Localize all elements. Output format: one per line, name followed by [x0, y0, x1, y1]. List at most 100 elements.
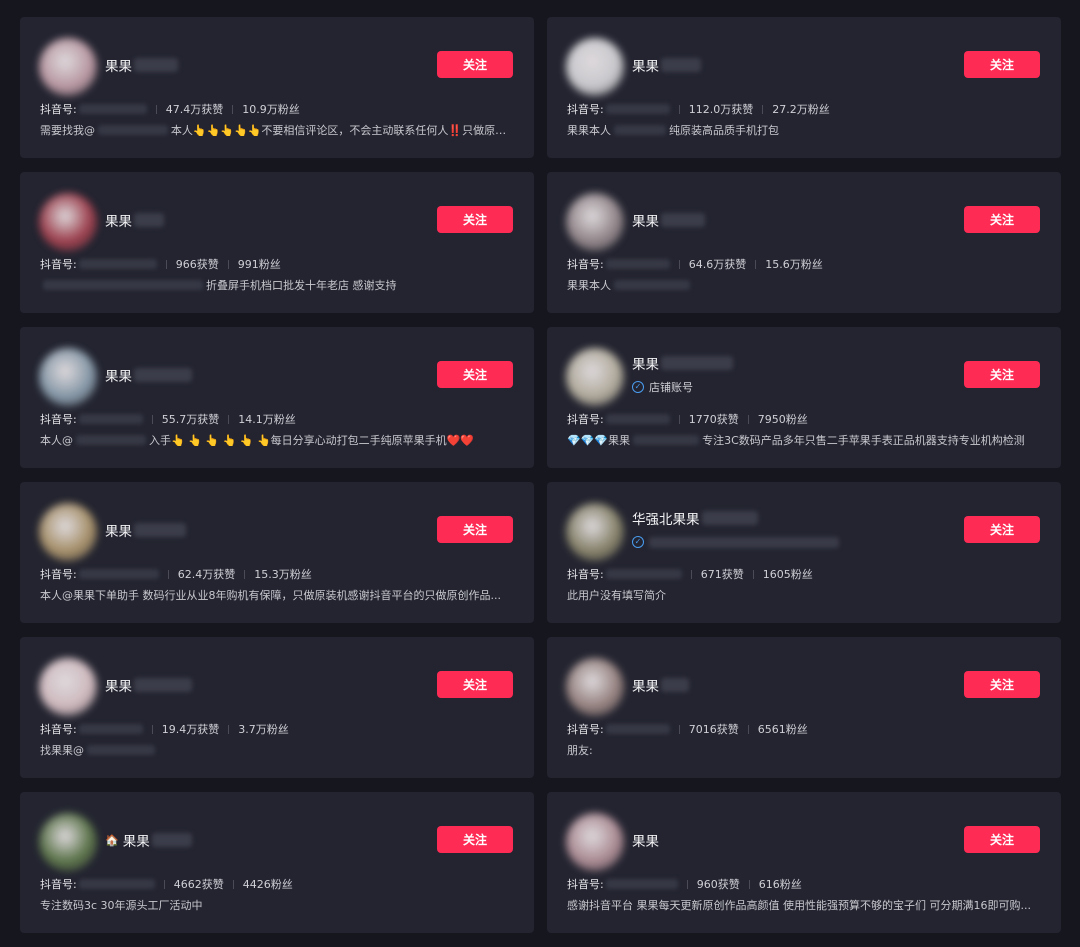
bio-prefix: 本人@ — [40, 434, 73, 447]
follow-button[interactable]: 关注 — [964, 361, 1040, 388]
bio: 专注数码3c 30年源头工厂活动中 — [40, 897, 516, 913]
stats-row: 抖音号: 19.4万获赞 3.7万粉丝 — [40, 721, 289, 737]
douyin-id-blurred — [605, 104, 670, 114]
nickname[interactable]: 果果 — [632, 830, 659, 850]
fans-count: 15.6万粉丝 — [765, 258, 823, 271]
divider — [678, 724, 680, 734]
follow-button[interactable]: 关注 — [964, 206, 1040, 233]
avatar[interactable] — [39, 503, 97, 561]
douyin-id-blurred — [78, 414, 143, 424]
user-card[interactable]: 华强北果果 ✓ 关注 抖音号: 671获赞 1605粉丝 此用户没有填写简介 — [547, 482, 1061, 623]
likes-count: 47.4万获赞 — [165, 103, 224, 116]
nickname-row[interactable]: 华强北果果 — [632, 508, 758, 528]
douyin-id-blurred — [605, 414, 670, 424]
nickname[interactable]: 果果 — [632, 210, 659, 230]
user-card[interactable]: 果果 关注 抖音号: 47.4万获赞 10.9万粉丝 需要找我@ 本人👆👆👆👆👆… — [20, 17, 534, 158]
avatar[interactable] — [566, 658, 624, 716]
bio-blurred-handle — [76, 435, 146, 445]
nickname[interactable]: 果果 — [105, 675, 132, 695]
stats-row: 抖音号: 62.4万获赞 15.3万粉丝 — [40, 566, 312, 582]
follow-button[interactable]: 关注 — [964, 671, 1040, 698]
nickname-row[interactable]: 果果 — [105, 520, 186, 540]
nickname-row[interactable]: 果果 — [105, 675, 192, 695]
follow-button[interactable]: 关注 — [437, 206, 513, 233]
likes-count: 112.0万获赞 — [688, 103, 754, 116]
avatar[interactable] — [39, 193, 97, 251]
bio-text: 折叠屏手机档口批发十年老店 感谢支持 — [206, 279, 397, 292]
douyin-id-label: 抖音号: — [567, 258, 604, 271]
nickname-row[interactable]: 果果 — [105, 210, 164, 230]
douyin-id-label: 抖音号: — [40, 413, 77, 426]
user-card[interactable]: 果果 关注 抖音号: 7016获赞 6561粉丝 朋友: — [547, 637, 1061, 778]
user-card[interactable]: 🏠 果果 关注 抖音号: 4662获赞 4426粉丝 专注数码3c 30年源头工… — [20, 792, 534, 933]
follow-button[interactable]: 关注 — [437, 516, 513, 543]
follow-button[interactable]: 关注 — [964, 826, 1040, 853]
avatar[interactable] — [566, 503, 624, 561]
bio-text: 入手👆 👆 👆 👆 👆 👆每日分享心动打包二手纯原苹果手机❤️❤️ — [149, 434, 475, 447]
avatar[interactable] — [566, 348, 624, 406]
follow-button[interactable]: 关注 — [437, 51, 513, 78]
avatar[interactable] — [566, 193, 624, 251]
likes-count: 4662获赞 — [173, 878, 224, 891]
avatar[interactable] — [39, 348, 97, 406]
follow-button[interactable]: 关注 — [437, 826, 513, 853]
nickname[interactable]: 华强北果果 — [632, 508, 700, 528]
user-card[interactable]: 果果 关注 抖音号: 55.7万获赞 14.1万粉丝 本人@ 入手👆 👆 👆 👆… — [20, 327, 534, 468]
user-card[interactable]: 果果 关注 抖音号: 960获赞 616粉丝 感谢抖音平台 果果每天更新原创作品… — [547, 792, 1061, 933]
divider — [678, 259, 680, 269]
douyin-id-label: 抖音号: — [567, 723, 604, 736]
nickname-row[interactable]: 🏠 果果 — [105, 830, 192, 850]
follow-button[interactable]: 关注 — [964, 51, 1040, 78]
user-results-grid: 果果 关注 抖音号: 47.4万获赞 10.9万粉丝 需要找我@ 本人👆👆👆👆👆… — [20, 17, 1061, 933]
nickname[interactable]: 果果 — [632, 55, 659, 75]
nickname-row[interactable]: 果果 — [632, 675, 689, 695]
divider — [232, 879, 234, 889]
nickname[interactable]: 果果 — [123, 830, 150, 850]
user-card[interactable]: 果果 关注 抖音号: 966获赞 991粉丝 折叠屏手机档口批发十年老店 感谢支… — [20, 172, 534, 313]
user-card[interactable]: 果果 关注 抖音号: 19.4万获赞 3.7万粉丝 找果果@ — [20, 637, 534, 778]
bio-prefix: 需要找我@ — [40, 124, 95, 137]
user-card[interactable]: 果果 关注 抖音号: 62.4万获赞 15.3万粉丝 本人@果果下单助手 数码行… — [20, 482, 534, 623]
nickname-row[interactable]: 果果 — [632, 830, 661, 850]
nickname[interactable]: 果果 — [105, 520, 132, 540]
nickname[interactable]: 果果 — [105, 55, 132, 75]
stats-row: 抖音号: 7016获赞 6561粉丝 — [567, 721, 808, 737]
follow-button[interactable]: 关注 — [437, 671, 513, 698]
nickname-row[interactable]: 果果 — [105, 55, 178, 75]
divider — [747, 414, 749, 424]
avatar[interactable] — [39, 813, 97, 871]
likes-count: 55.7万获赞 — [161, 413, 220, 426]
divider — [163, 879, 165, 889]
nickname-row[interactable]: 果果 — [632, 210, 705, 230]
bio-prefix: 找果果@ — [40, 744, 84, 757]
bio-blurred-handle — [614, 125, 666, 135]
bio: 找果果@ — [40, 742, 516, 758]
user-card[interactable]: 果果 关注 抖音号: 112.0万获赞 27.2万粉丝 果果本人 纯原装高品质手… — [547, 17, 1061, 158]
nickname[interactable]: 果果 — [632, 675, 659, 695]
likes-count: 966获赞 — [175, 258, 219, 271]
nickname[interactable]: 果果 — [105, 365, 132, 385]
divider — [228, 414, 230, 424]
nickname[interactable]: 果果 — [632, 353, 659, 373]
nickname[interactable]: 果果 — [105, 210, 132, 230]
bio: 💎💎💎果果 专注3C数码产品多年只售二手苹果手表正品机器支持专业机构检测 — [567, 432, 1043, 448]
fans-count: 1605粉丝 — [762, 568, 813, 581]
divider — [227, 259, 229, 269]
user-card[interactable]: 果果 关注 抖音号: 64.6万获赞 15.6万粉丝 果果本人 — [547, 172, 1061, 313]
verified-check-icon: ✓ — [632, 381, 644, 393]
nickname-row[interactable]: 果果 — [105, 365, 192, 385]
nickname-blurred-suffix — [661, 678, 689, 692]
follow-button[interactable]: 关注 — [437, 361, 513, 388]
bio-blurred-handle — [98, 125, 168, 135]
nickname-row[interactable]: 果果 — [632, 55, 701, 75]
avatar[interactable] — [39, 658, 97, 716]
avatar[interactable] — [566, 38, 624, 96]
nickname-blurred-suffix — [134, 678, 192, 692]
user-card[interactable]: 果果 ✓ 店铺账号 关注 抖音号: 1770获赞 7950粉丝 💎💎💎果果 专注… — [547, 327, 1061, 468]
nickname-row[interactable]: 果果 — [632, 353, 733, 373]
bio-text: 朋友: — [567, 744, 593, 757]
follow-button[interactable]: 关注 — [964, 516, 1040, 543]
avatar[interactable] — [566, 813, 624, 871]
avatar[interactable] — [39, 38, 97, 96]
fans-count: 27.2万粉丝 — [772, 103, 830, 116]
